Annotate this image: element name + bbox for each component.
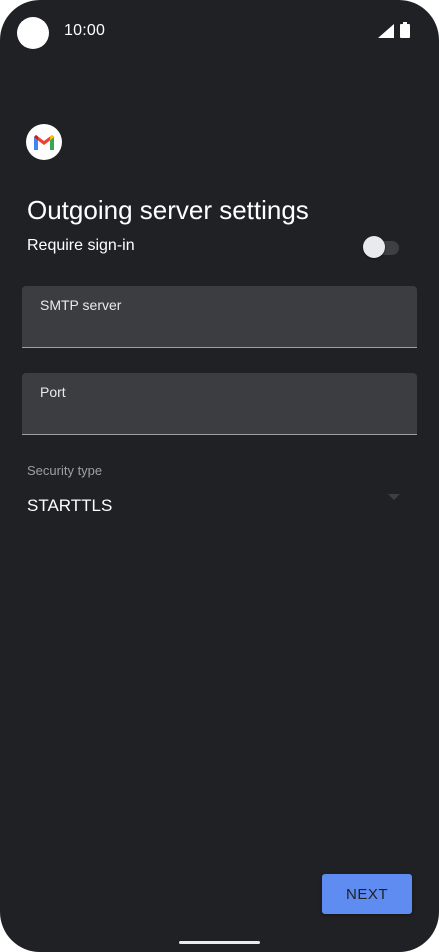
require-signin-toggle[interactable]: [363, 236, 401, 258]
battery-icon: [400, 22, 410, 38]
port-input[interactable]: [40, 405, 400, 427]
next-button[interactable]: NEXT: [322, 874, 412, 914]
page-title: Outgoing server settings: [27, 195, 309, 226]
security-type-dropdown[interactable]: STARTTLS: [22, 488, 412, 524]
require-signin-label: Require sign-in: [27, 237, 135, 254]
status-time: 10:00: [64, 22, 106, 39]
security-type-value: STARTTLS: [27, 496, 113, 515]
status-bar: 10:00: [0, 0, 439, 64]
gmail-icon: [26, 124, 62, 160]
port-field[interactable]: Port: [22, 373, 417, 435]
dropdown-arrow-icon: [388, 494, 400, 500]
require-signin-row: Require sign-in: [27, 232, 407, 262]
home-indicator[interactable]: [179, 941, 260, 944]
smtp-server-field[interactable]: SMTP server: [22, 286, 417, 348]
smtp-server-label: SMTP server: [40, 297, 122, 313]
port-label: Port: [40, 384, 66, 400]
toggle-thumb: [363, 236, 385, 258]
security-type-label: Security type: [27, 463, 103, 478]
cellular-signal-icon: [378, 24, 394, 38]
smtp-server-input[interactable]: [40, 318, 400, 340]
phone-screen: 10:00 Outgoing server settings Require s…: [0, 0, 439, 952]
camera-cutout-icon: [17, 17, 49, 49]
